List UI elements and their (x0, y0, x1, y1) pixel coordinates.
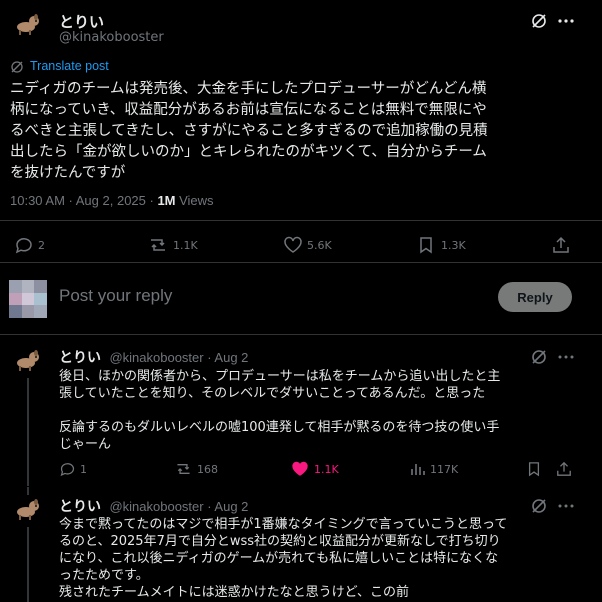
post-text-line: 出したら「金が欲しいのか」とキレられたのがキツくて、自分からチーム (10, 144, 487, 160)
more-options-icon[interactable] (556, 12, 576, 30)
like-icon[interactable] (283, 236, 303, 254)
thread-line (27, 378, 29, 486)
reply-author-handle[interactable]: @kinakobooster · Aug 2 (109, 499, 248, 514)
dog-avatar-icon (17, 499, 39, 520)
reply-header: とりい @kinakobooster · Aug 2 (59, 496, 248, 516)
repost-icon[interactable] (147, 236, 169, 254)
like-icon[interactable] (291, 461, 309, 477)
post-text-line: を抜けたんですが (10, 165, 126, 181)
reply-text-line: じゃーん (59, 437, 112, 452)
reply-text-line: 残されたチームメイトには迷惑かけたなと思うけど、この前 (59, 585, 409, 600)
reply-button[interactable]: Reply (498, 282, 572, 312)
bookmark-icon[interactable] (527, 461, 541, 477)
reply-avatar[interactable] (14, 497, 46, 529)
reply-body: 後日、ほかの関係者から、プロデューサーは私をチームから追い出したと主 張していた… (59, 368, 589, 453)
divider (0, 220, 602, 221)
reply-count: 1 (80, 463, 87, 476)
user-avatar-icon (9, 280, 47, 318)
post-text-line: るべきと主張してきたし、さすがにやること多すぎるので追加稼働の見積 (10, 123, 488, 139)
reply-icon[interactable] (14, 236, 34, 254)
post-body: ニディガのチームは発売後、大金を手にしたプロデューサーがどんどん横 柄になってい… (10, 79, 595, 184)
more-options-icon[interactable] (556, 497, 576, 515)
reply-count: 2 (38, 239, 45, 252)
reply-text-line: 後日、ほかの関係者から、プロデューサーは私をチームから追い出したと主 (59, 369, 501, 384)
more-options-icon[interactable] (556, 348, 576, 366)
bookmark-icon[interactable] (418, 236, 434, 254)
author-handle[interactable]: @kinakobooster (59, 30, 164, 45)
reply-text-line: 反論するのもダルいレベルの嘘100連発して相手が黙るのを待つ技の使い手 (59, 420, 500, 435)
grok-icon[interactable] (530, 348, 548, 366)
reply-text-line (59, 402, 589, 419)
post-text-line: ニディガのチームは発売後、大金を手にしたプロデューサーがどんどん横 (10, 81, 487, 97)
dog-avatar-icon (17, 14, 39, 35)
post-text-line: 柄になっていき、収益配分があるお前は宣伝になることは無料で無限にや (10, 102, 487, 118)
like-count: 1.1K (314, 463, 339, 476)
reply-text-line: になり、これ以後ニディガのゲームが売れても私に嬉しいことは特になくな (59, 551, 499, 566)
divider (0, 262, 602, 263)
repost-count: 168 (197, 463, 218, 476)
repost-count: 1.1K (173, 239, 198, 252)
author-avatar[interactable] (14, 12, 46, 44)
composer-avatar (9, 280, 47, 318)
translate-link[interactable]: Translate post (30, 59, 109, 73)
grok-icon[interactable] (530, 497, 548, 515)
share-icon[interactable] (556, 461, 572, 477)
reply-avatar[interactable] (14, 348, 46, 380)
thread-line (27, 487, 29, 495)
reply-text-line: るのと、2025年7月で自分とwss社の契約と収益配分が更新なしで打ち切り (59, 534, 501, 549)
post-timestamp[interactable]: 10:30 AM · Aug 2, 2025 · (10, 193, 157, 208)
bookmark-count: 1.3K (441, 239, 466, 252)
share-icon[interactable] (552, 236, 570, 254)
views-count: 117K (430, 463, 459, 476)
reply-author-handle[interactable]: @kinakobooster · Aug 2 (109, 350, 248, 365)
translate-icon (10, 60, 24, 74)
reply-body: 今まで黙ってたのはマジで相手が1番嫌なタイミングで言っていこうと思って るのと、… (59, 516, 589, 601)
views-label: Views (175, 193, 214, 208)
dog-avatar-icon (17, 350, 39, 371)
views-icon[interactable] (409, 461, 425, 477)
views-count: 1M (157, 193, 176, 208)
reply-header: とりい @kinakobooster · Aug 2 (59, 347, 248, 367)
reply-author-name[interactable]: とりい (59, 498, 101, 514)
divider (0, 334, 602, 335)
reply-icon[interactable] (59, 461, 76, 477)
reply-text-line: 張していたことを知り、そのレベルでダサいことってあるんだ。と思った (59, 386, 486, 401)
grok-icon[interactable] (530, 12, 548, 30)
like-count: 5.6K (307, 239, 332, 252)
reply-text-line: ったためです。 (59, 568, 149, 583)
repost-icon[interactable] (174, 461, 193, 477)
post-meta: 10:30 AM · Aug 2, 2025 · 1M Views (10, 193, 214, 208)
author-name[interactable]: とりい (59, 11, 104, 32)
thread-line (27, 527, 29, 602)
reply-input[interactable]: Post your reply (59, 286, 172, 306)
reply-text-line: 今まで黙ってたのはマジで相手が1番嫌なタイミングで言っていこうと思って (59, 517, 508, 532)
reply-author-name[interactable]: とりい (59, 349, 101, 365)
